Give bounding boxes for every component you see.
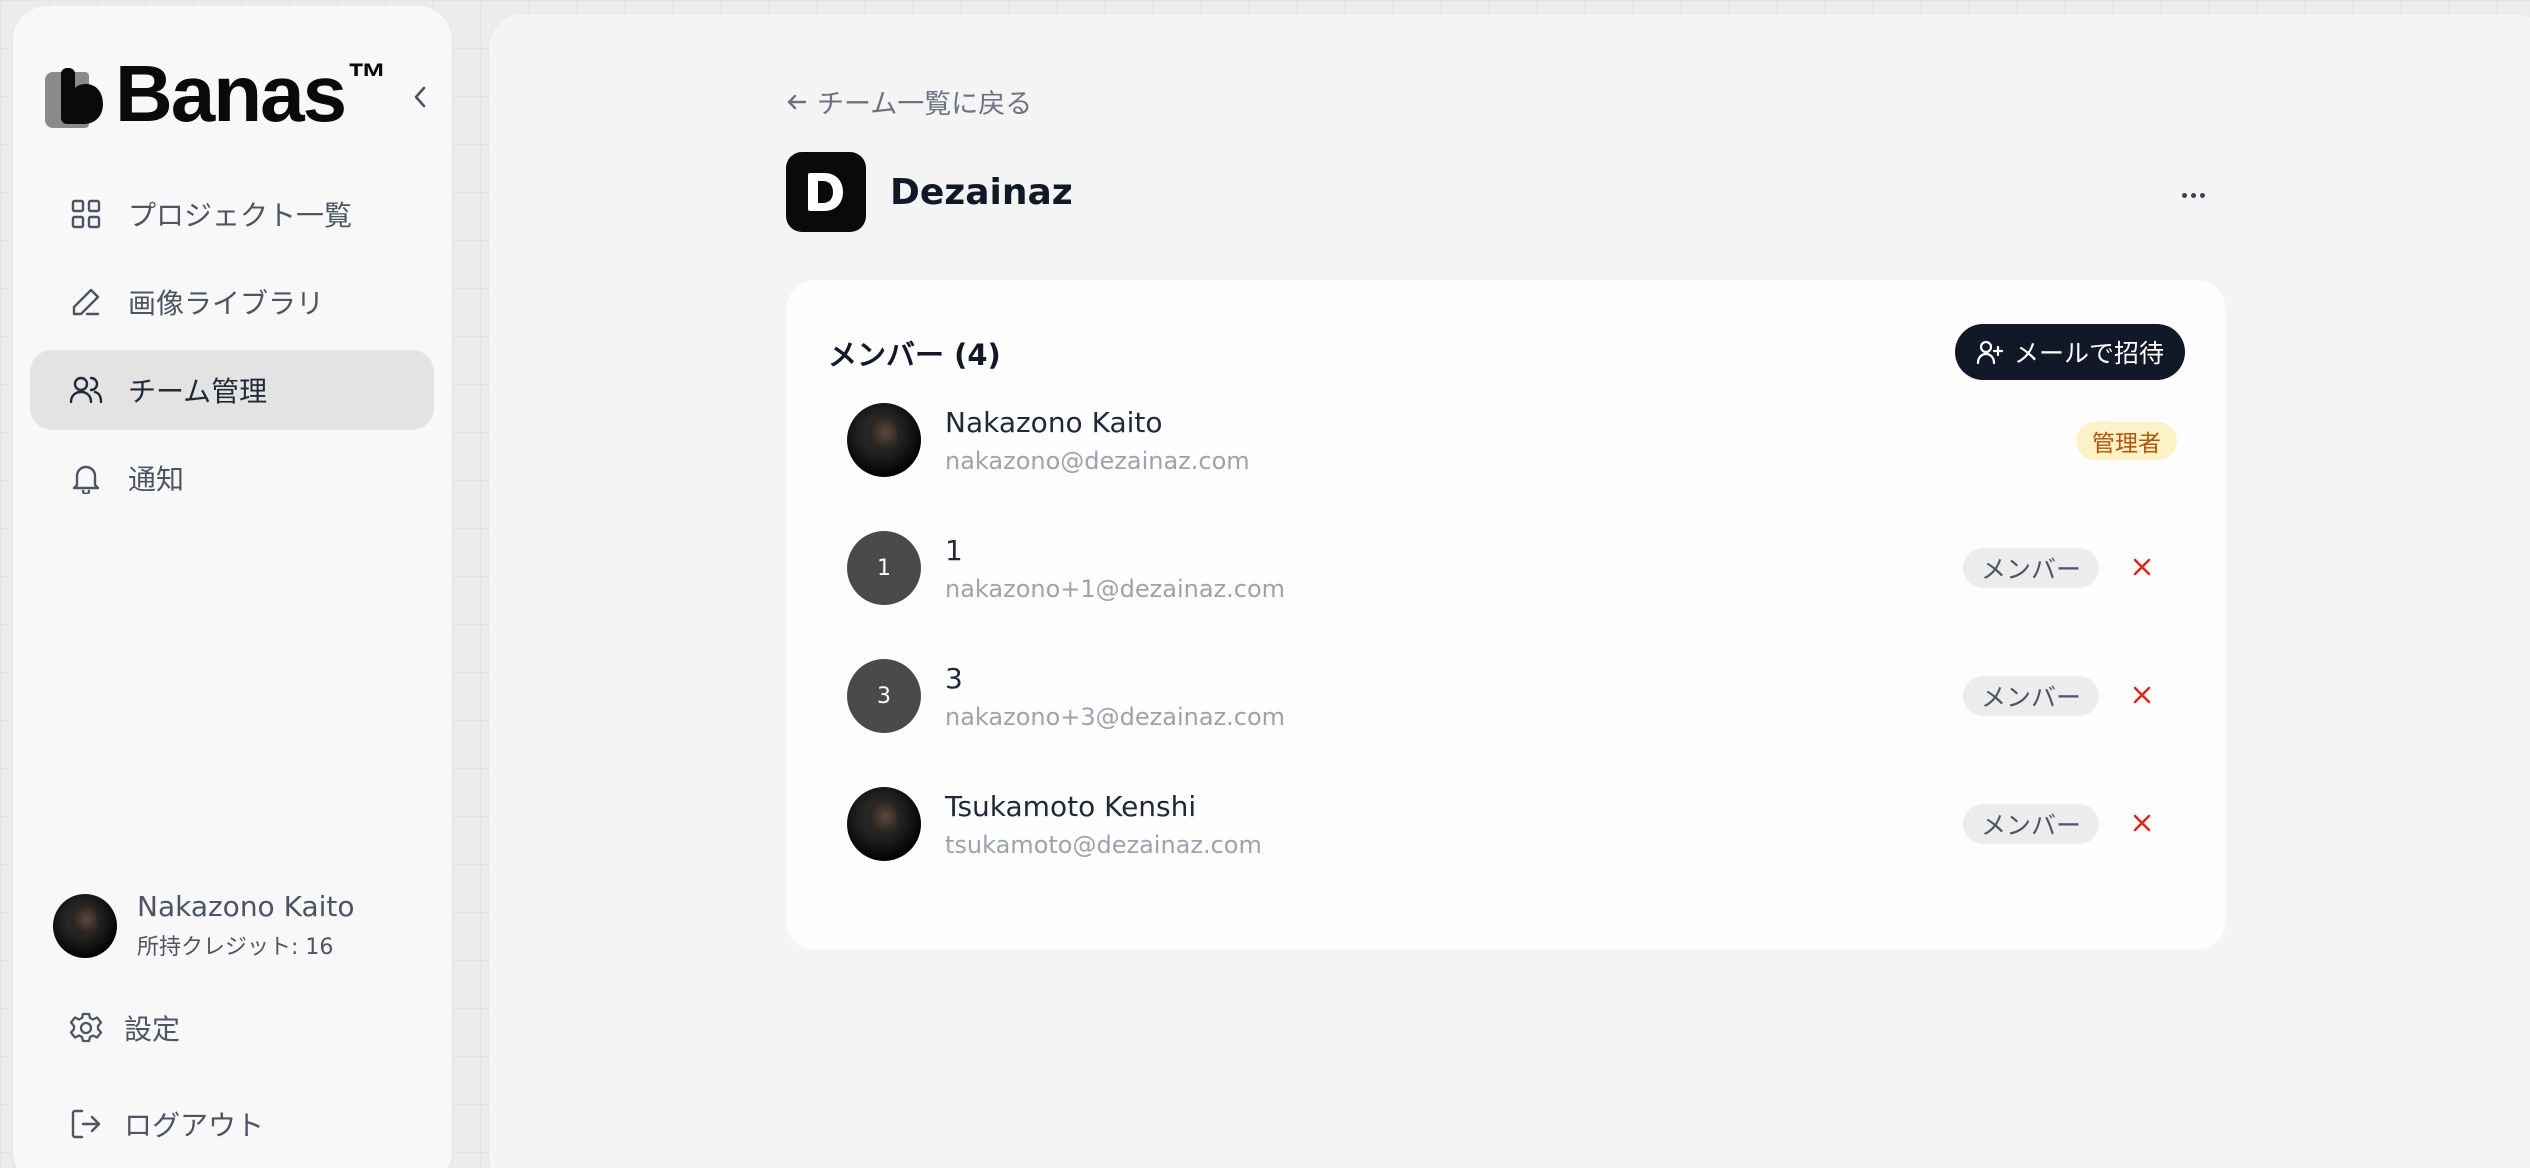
member-row: Nakazono Kaito nakazono@dezainaz.com 管理者 — [847, 400, 2177, 480]
logout-icon — [68, 1106, 104, 1142]
close-icon — [2133, 558, 2151, 576]
sidebar-item-label: 画像ライブラリ — [128, 287, 325, 320]
banas-logo-icon — [45, 58, 105, 130]
settings-button[interactable]: 設定 — [68, 1008, 180, 1048]
more-dot — [2190, 192, 2196, 198]
members-card: メンバー (4) メールで招待 Nakazono Kaito nakazono@… — [786, 280, 2226, 950]
more-options-button[interactable] — [2173, 180, 2213, 210]
more-dot — [2181, 192, 2187, 198]
close-icon — [2133, 814, 2151, 832]
avatar — [847, 403, 921, 477]
remove-member-button[interactable] — [2127, 552, 2157, 582]
invite-by-email-button[interactable]: メールで招待 — [1955, 324, 2185, 380]
sidebar-item-image-library[interactable]: 画像ライブラリ — [30, 262, 434, 342]
arrow-left-icon — [785, 90, 809, 114]
settings-label: 設定 — [124, 1013, 181, 1046]
role-badge-admin: 管理者 — [2076, 422, 2177, 460]
member-name: Tsukamoto Kenshi — [945, 789, 1197, 823]
back-link-label: チーム一覧に戻る — [817, 89, 1033, 120]
role-badge-member: メンバー — [1962, 804, 2099, 844]
collapse-sidebar-button[interactable] — [405, 82, 435, 112]
app-logo[interactable]: Banas™ — [45, 54, 387, 134]
chevron-left-icon — [414, 86, 426, 108]
grid-icon — [68, 196, 104, 232]
member-name: Nakazono Kaito — [945, 405, 1163, 439]
remove-member-button[interactable] — [2127, 808, 2157, 838]
sidebar-item-team-management[interactable]: チーム管理 — [30, 350, 434, 430]
sidebar-item-label: 通知 — [128, 463, 185, 496]
users-icon — [68, 372, 104, 408]
team-logo — [786, 152, 866, 232]
sidebar: Banas™ プロジェクト一覧 画像ライブラリ チーム管理 通知 Nakazon… — [13, 6, 452, 1168]
member-name: 1 — [945, 533, 963, 567]
avatar — [53, 893, 117, 958]
logout-label: ログアウト — [124, 1109, 265, 1142]
sidebar-item-label: チーム管理 — [128, 375, 268, 408]
user-credits: 所持クレジット: 16 — [137, 935, 334, 960]
main-content: チーム一覧に戻る Dezainaz メンバー (4) メールで招待 Nakazo… — [489, 14, 2530, 1168]
member-email: nakazono+1@dezainaz.com — [945, 574, 1286, 603]
avatar: 1 — [847, 531, 921, 605]
current-user[interactable]: Nakazono Kaito 所持クレジット: 16 — [53, 890, 355, 961]
team-header: Dezainaz — [786, 152, 1073, 232]
team-name: Dezainaz — [890, 171, 1073, 213]
member-row: 3 3 nakazono+3@dezainaz.com メンバー — [847, 656, 2177, 736]
invite-button-label: メールで招待 — [2013, 339, 2164, 368]
role-badge-member: メンバー — [1962, 548, 2099, 588]
trademark-symbol: ™ — [347, 56, 387, 100]
avatar — [847, 787, 921, 861]
avatar: 3 — [847, 659, 921, 733]
member-email: nakazono+3@dezainaz.com — [945, 702, 1286, 731]
role-badge-member: メンバー — [1962, 676, 2099, 716]
member-name: 3 — [945, 661, 963, 695]
remove-member-button[interactable] — [2127, 680, 2157, 710]
pencil-icon — [68, 284, 104, 320]
member-email: nakazono@dezainaz.com — [945, 446, 1250, 475]
bell-icon — [68, 460, 104, 496]
logo-text: Banas — [115, 49, 347, 138]
user-plus-icon — [1976, 339, 2004, 365]
member-row: 1 1 nakazono+1@dezainaz.com メンバー — [847, 528, 2177, 608]
member-email: tsukamoto@dezainaz.com — [945, 830, 1262, 859]
sidebar-nav: プロジェクト一覧 画像ライブラリ チーム管理 通知 — [30, 174, 434, 526]
logout-button[interactable]: ログアウト — [68, 1104, 264, 1144]
sidebar-item-notifications[interactable]: 通知 — [30, 438, 434, 518]
user-name: Nakazono Kaito — [137, 890, 355, 923]
more-dot — [2199, 192, 2205, 198]
back-to-teams-link[interactable]: チーム一覧に戻る — [785, 82, 1032, 121]
members-title: メンバー (4) — [828, 338, 1001, 372]
sidebar-item-label: プロジェクト一覧 — [128, 199, 353, 232]
gear-icon — [68, 1010, 104, 1046]
sidebar-item-projects[interactable]: プロジェクト一覧 — [30, 174, 434, 254]
member-row: Tsukamoto Kenshi tsukamoto@dezainaz.com … — [847, 784, 2177, 864]
close-icon — [2133, 686, 2151, 704]
